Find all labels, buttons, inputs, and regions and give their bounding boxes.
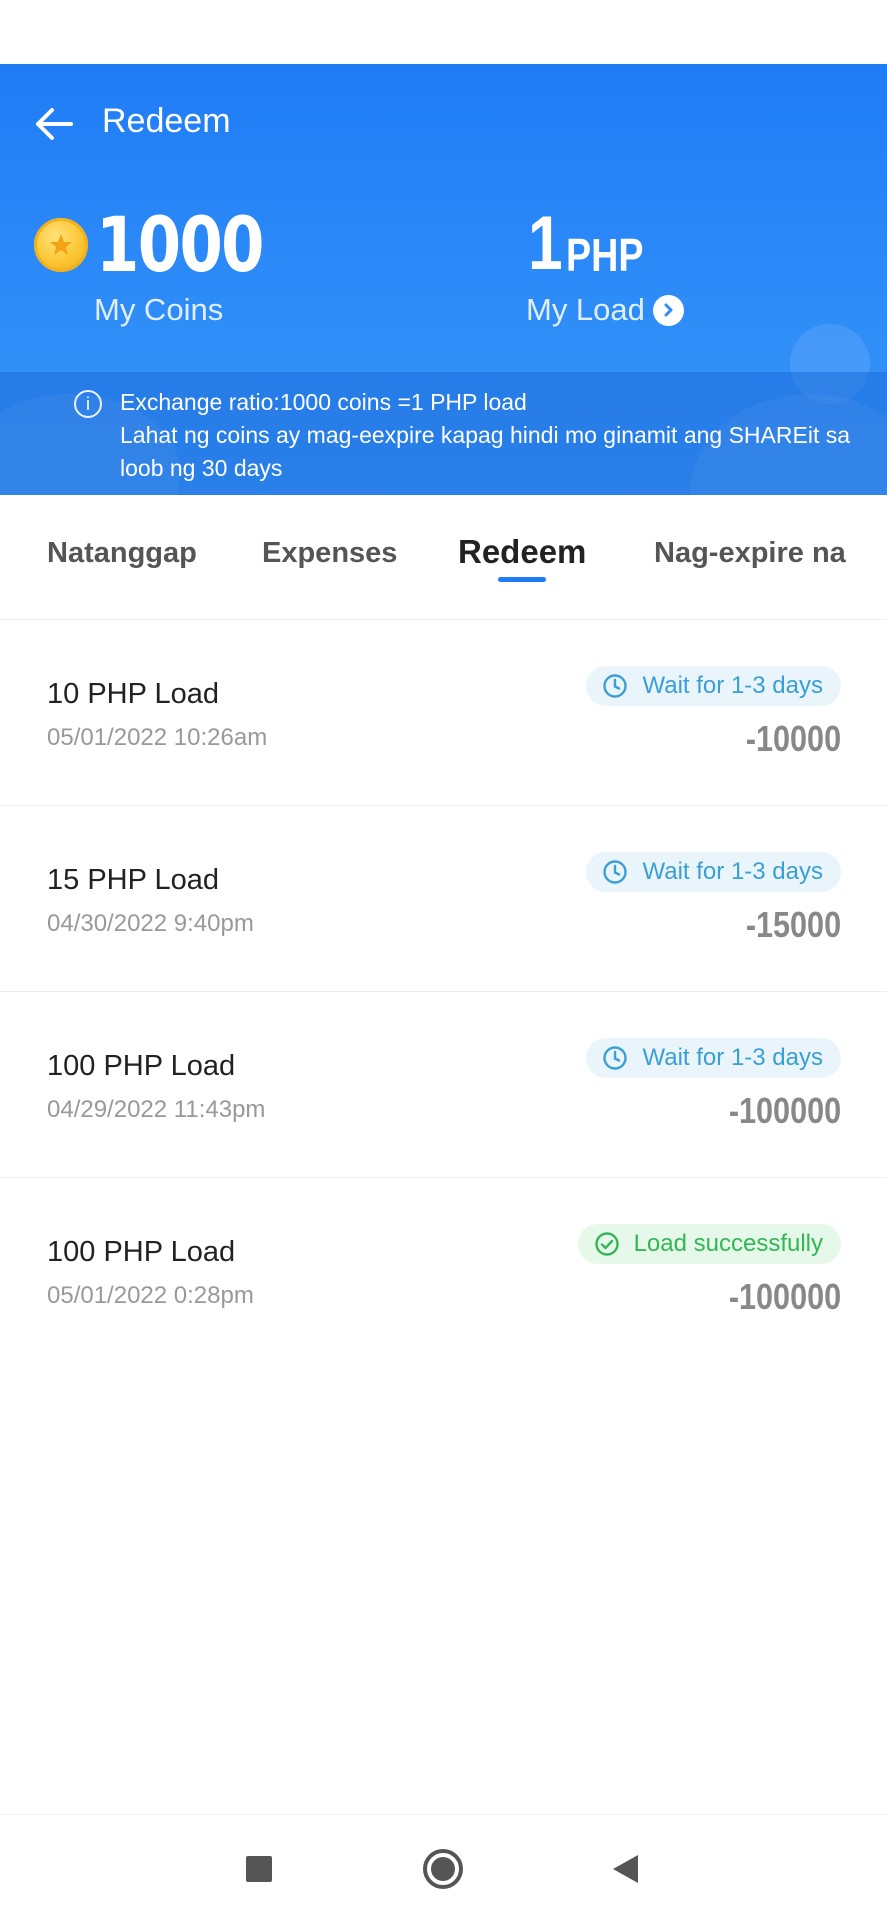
redeem-list: 10 PHP Load 05/01/2022 10:26am Wait for …: [0, 620, 887, 1364]
recents-button[interactable]: [237, 1847, 281, 1891]
item-date: 04/30/2022 9:40pm: [47, 910, 254, 937]
triangle-back-icon: [613, 1855, 638, 1883]
tab-nag-expire-na[interactable]: Nag-expire na: [654, 537, 846, 570]
info-icon: i: [74, 390, 102, 418]
status-text: Load successfully: [633, 1230, 823, 1257]
item-date: 05/01/2022 0:28pm: [47, 1282, 254, 1309]
load-unit: PHP: [566, 229, 644, 281]
active-tab-indicator: [498, 577, 546, 582]
status-badge: Wait for 1-3 days: [586, 852, 841, 892]
back-button[interactable]: [28, 98, 80, 150]
item-title: 15 PHP Load: [47, 864, 219, 896]
list-item[interactable]: 10 PHP Load 05/01/2022 10:26am Wait for …: [0, 620, 887, 806]
list-item[interactable]: 15 PHP Load 04/30/2022 9:40pm Wait for 1…: [0, 806, 887, 992]
header: Redeem 1000 My Coins 1 PHP My Load i Exc…: [0, 64, 887, 495]
load-label: My Load: [526, 292, 645, 327]
item-date: 05/01/2022 10:26am: [47, 724, 268, 751]
clock-icon: [602, 673, 628, 699]
list-item[interactable]: 100 PHP Load 04/29/2022 11:43pm Wait for…: [0, 992, 887, 1178]
status-badge: Wait for 1-3 days: [586, 666, 841, 706]
circle-icon: [423, 1849, 463, 1889]
item-amount: -10000: [745, 718, 841, 759]
load-value: 1: [528, 201, 563, 286]
info-text: Exchange ratio:1000 coins =1 PHP load La…: [120, 386, 860, 485]
tab-bar: Natanggap Expenses Redeem Nag-expire na: [0, 495, 887, 620]
item-amount: -100000: [728, 1090, 841, 1131]
tab-redeem[interactable]: Redeem: [458, 533, 586, 571]
tab-natanggap[interactable]: Natanggap: [47, 537, 197, 570]
system-nav-bar: [0, 1814, 887, 1920]
coins-label: My Coins: [94, 292, 224, 327]
item-title: 100 PHP Load: [47, 1050, 236, 1082]
list-item[interactable]: 100 PHP Load 05/01/2022 0:28pm Load succ…: [0, 1178, 887, 1364]
my-load-link[interactable]: My Load: [526, 292, 684, 328]
page-title: Redeem: [102, 102, 231, 140]
clock-icon: [602, 1045, 628, 1071]
item-date: 04/29/2022 11:43pm: [47, 1096, 266, 1123]
arrow-left-icon: [36, 108, 73, 140]
exchange-ratio-text: Exchange ratio:1000 coins =1 PHP load: [120, 389, 527, 415]
square-icon: [246, 1856, 272, 1882]
check-circle-icon: [594, 1231, 620, 1257]
status-badge: Wait for 1-3 days: [586, 1038, 841, 1078]
clock-icon: [602, 859, 628, 885]
status-text: Wait for 1-3 days: [642, 672, 823, 699]
coin-icon: [34, 218, 88, 272]
chevron-right-circle-icon: [652, 294, 684, 326]
item-title: 100 PHP Load: [47, 1236, 236, 1268]
item-amount: -100000: [728, 1276, 841, 1317]
back-nav-button[interactable]: [603, 1847, 647, 1891]
status-bar: [0, 0, 887, 64]
status-text: Wait for 1-3 days: [642, 1044, 823, 1071]
expiry-notice-text: Lahat ng coins ay mag-eexpire kapag hind…: [120, 422, 851, 481]
status-badge: Load successfully: [577, 1224, 841, 1264]
coins-value: 1000: [96, 200, 265, 289]
home-button[interactable]: [421, 1847, 465, 1891]
item-title: 10 PHP Load: [47, 678, 219, 710]
tab-expenses[interactable]: Expenses: [262, 537, 397, 570]
status-text: Wait for 1-3 days: [642, 858, 823, 885]
item-amount: -15000: [745, 904, 841, 945]
